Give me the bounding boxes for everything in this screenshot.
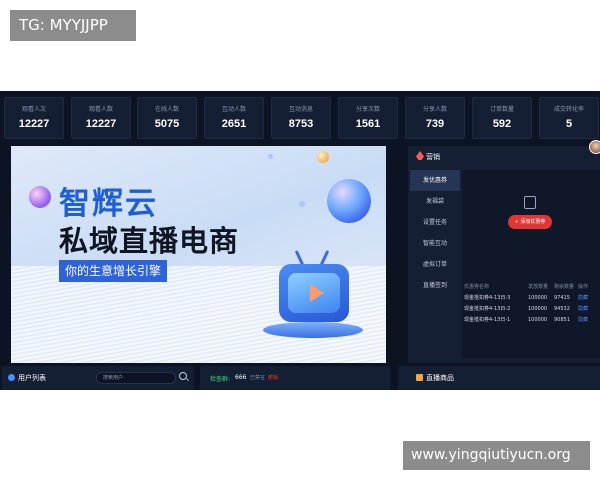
hide-link[interactable]: 隐藏 [578,293,588,304]
muted-label: 已禁言 [250,375,266,381]
online-strip: 检查群: 666 已禁言 撤销 [200,366,390,390]
stat-label: 分享人数 [422,106,447,113]
coupon-remaining: 94532 [554,306,570,312]
stat-value: 592 [492,118,512,130]
column-header: 发放数量 [528,284,549,290]
stat-value: 12227 [18,118,50,130]
page: TG: MYYJJPP 观看人次 12227 观看人数 12227 在线人数 5… [0,0,600,480]
tv-screen [288,273,340,313]
stat-label: 互动人数 [221,106,246,113]
hide-link[interactable]: 隐藏 [578,304,588,315]
orb-decoration [268,154,273,159]
marketing-header: 营销 [408,146,600,168]
orb-decoration [317,151,329,163]
tv-icon [279,264,349,322]
stat-value: 2651 [221,118,247,130]
menu-item-virtual-orders[interactable]: 虚拟订单 [410,254,460,275]
stat-card: 观看人次 12227 [4,97,64,139]
menu-item-smart-interaction[interactable]: 智能互动 [410,233,460,254]
table-row: 现金抵扣券4-13日-2 100000 94532 隐藏 [462,304,600,315]
coupon-issued: 100000 [528,306,548,312]
coupon-name: 现金抵扣券4-13日-2 [464,306,511,312]
add-coupon-button[interactable]: + 添加优惠券 [508,215,552,229]
stat-label: 在线人数 [154,106,179,113]
stat-card: 互动人数 2651 [204,97,264,139]
column-header: 优惠券名称 [464,284,490,290]
undo-link[interactable]: 撤销 [268,374,278,381]
stat-label: 观看人次 [21,106,46,113]
stat-value: 8753 [288,118,314,130]
table-row: 现金抵扣券4-13日-3 100000 97415 隐藏 [462,293,600,304]
coupon-name: 现金抵扣券4-13日-1 [464,317,511,323]
menu-item-checkin[interactable]: 直播签到 [410,275,460,296]
stats-bar: 观看人次 12227 观看人数 12227 在线人数 5075 互动人数 265… [0,91,600,145]
stat-card: 分享次数 1561 [338,97,398,139]
table-header: 优惠券名称 发放数量 剩余数量 操作 [462,282,600,293]
user-search-input[interactable]: 搜索用户 [96,372,176,384]
live-goods-header: 直播商品 [398,366,600,390]
coupon-remaining: 90851 [554,317,570,323]
column-header: 操作 [578,284,589,290]
stat-card: 成交转化率 5 [539,97,599,139]
coupon-remaining: 97415 [554,295,570,301]
coupon-issued: 100000 [528,295,548,301]
stat-card: 观看人数 12227 [71,97,131,139]
stat-value: 739 [425,118,445,130]
stat-value: 1561 [355,118,381,130]
stat-label: 订单数量 [489,106,514,113]
marketing-menu: 发优惠券 发福袋 设置任务 智能互动 虚拟订单 直播签到 [410,170,460,296]
table-row: 现金抵扣券4-13日-1 100000 90851 隐藏 [462,315,600,326]
orb-decoration [299,201,305,207]
watermark-top-left: TG: MYYJJPP [10,10,136,41]
hide-link[interactable]: 隐藏 [578,315,588,326]
column-header: 剩余数量 [554,284,575,290]
coupon-name: 现金抵扣券4-13日-3 [464,295,511,301]
marketing-panel: 营销 发优惠券 发福袋 设置任务 智能互动 虚拟订单 直播签到 + 添加优惠券 … [408,146,600,363]
online-value: 666 [235,374,247,381]
stat-label: 观看人数 [88,106,113,113]
stat-label: 成交转化率 [553,106,584,113]
box-icon [416,374,423,381]
stat-label: 互动消息 [288,106,313,113]
marketing-title: 营销 [426,153,440,161]
stat-value: 5 [565,118,573,130]
coupon-issued: 100000 [528,317,548,323]
stat-card: 在线人数 5075 [137,97,197,139]
coupon-table: 优惠券名称 发放数量 剩余数量 操作 现金抵扣券4-13日-3 100000 9… [462,282,600,326]
play-icon [310,284,324,302]
stat-value: 12227 [85,118,117,130]
avatar[interactable] [589,140,600,154]
bottom-bar: 用户列表 搜索用户 检查群: 666 已禁言 撤销 直播商品 [0,366,600,390]
user-icon [8,374,15,381]
orb-decoration [327,179,371,223]
watermark-bottom-right: www.yingqiutiyucn.org [403,441,590,470]
user-list-header: 用户列表 搜索用户 [2,366,194,390]
banner-brand: 智辉云 [59,186,158,222]
menu-item-coupons[interactable]: 发优惠券 [410,170,460,191]
rocket-icon [416,151,424,160]
banner-slogan: 你的生意增长引擎 [59,260,168,282]
tv-base [263,322,363,338]
menu-item-lucky-bag[interactable]: 发福袋 [410,191,460,212]
search-icon[interactable] [179,372,187,380]
stat-value: 5075 [154,118,180,130]
live-dashboard: 观看人次 12227 观看人数 12227 在线人数 5075 互动人数 265… [0,91,600,390]
coupon-icon [524,196,536,209]
live-video-banner[interactable]: 智辉云 私域直播电商 你的生意增长引擎 [11,146,386,363]
stat-card: 互动消息 8753 [271,97,331,139]
stat-card: 分享人数 739 [405,97,465,139]
orb-decoration [29,186,51,208]
stat-card: 订单数量 592 [472,97,532,139]
online-label: 检查群: [210,376,231,383]
live-goods-title: 直播商品 [426,374,454,382]
menu-item-tasks[interactable]: 设置任务 [410,212,460,233]
user-list-title: 用户列表 [18,374,46,382]
coupon-panel: + 添加优惠券 优惠券名称 发放数量 剩余数量 操作 现金抵扣券4-13日-3 … [462,170,600,358]
banner-title: 私域直播电商 [59,224,240,258]
stat-label: 分享次数 [355,106,380,113]
